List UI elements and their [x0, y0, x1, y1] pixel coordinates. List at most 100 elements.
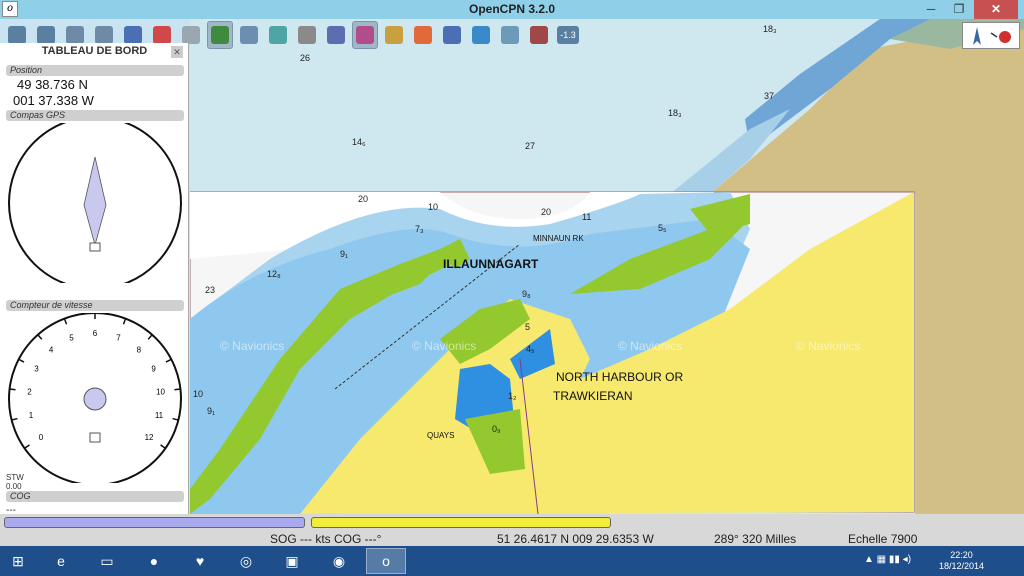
dashboard-title: TABLEAU DE BORD [41, 45, 148, 57]
maximize-button[interactable]: ❐ [946, 0, 972, 19]
speed-tick-label: 6 [93, 329, 98, 338]
chart-scale: Echelle 7900 [848, 532, 918, 546]
navionics-watermark: © Navionics [412, 339, 477, 353]
speed-tick-label: 0 [39, 433, 44, 442]
speed-tick-label: 3 [34, 365, 39, 374]
route-manager-icon [327, 26, 345, 44]
depth-sounding: 11 [582, 212, 592, 222]
track-icon [211, 26, 229, 44]
gps-compass-dial [8, 123, 182, 283]
depth-sounding: 14₆ [352, 137, 366, 147]
depth-sounding: 23 [205, 285, 216, 295]
ais-icon [472, 26, 490, 44]
route-manager-button[interactable] [323, 21, 349, 49]
quilt-icon [501, 26, 519, 44]
bearing-distance: 289° 320 Milles [714, 532, 797, 546]
zoom-out-icon [37, 26, 55, 44]
title-bar: o OpenCPN 3.2.0 ─ ❐ ✕ [0, 0, 1024, 19]
depth-sounding: 18₃ [668, 108, 682, 118]
tide-icon [385, 26, 403, 44]
scale-down-icon [66, 26, 84, 44]
chart-canvas[interactable]: ILLAUNNAGART NORTH HARBOUR OR TRAWKIERAN MI… [190, 19, 1024, 514]
clock-date: 18/12/2014 [938, 561, 984, 571]
system-tray[interactable]: ▲ ▦ ▮▮ ◂) [864, 554, 911, 565]
current-icon [269, 26, 287, 44]
nautical-chart[interactable] [190, 19, 1024, 514]
chart-bar-1[interactable] [4, 517, 305, 528]
status-bar: SOG --- kts COG ---° 51 26.4617 N 009 29… [0, 514, 1024, 546]
depth-sounding: 7₃ [415, 224, 424, 234]
speed-tick-label: 10 [156, 387, 165, 396]
opencpn-icon[interactable]: o [366, 548, 406, 574]
grib-button[interactable] [526, 21, 552, 49]
media-player-icon[interactable]: ● [140, 548, 168, 574]
help-icon [443, 26, 461, 44]
navionics-watermark: © Navionics [220, 339, 285, 353]
place-label: TRAWKIERAN [553, 389, 633, 403]
scale-up-icon [95, 26, 113, 44]
navionics-watermark: © Navionics [618, 339, 683, 353]
track-manager-icon [356, 26, 374, 44]
chart-bar-2[interactable] [311, 517, 611, 528]
depth-sounding: 9₈ [522, 289, 531, 299]
speed-tick-label: 12 [145, 433, 154, 442]
speed-tick-mark [9, 388, 16, 391]
heart-app-icon[interactable]: ♥ [186, 548, 214, 574]
mob-icon [414, 26, 432, 44]
depth-sounding: 4₅ [526, 344, 535, 354]
zoom-level-button[interactable]: -1.3 [555, 21, 581, 49]
speed-tick-label: 1 [29, 411, 34, 420]
clock-time: 22:20 [950, 550, 973, 560]
current-button[interactable] [265, 21, 291, 49]
depth-sounding: 12₈ [267, 269, 281, 279]
depth-sounding: 27 [525, 141, 536, 151]
depth-sounding: 37 [764, 91, 775, 101]
window-title: OpenCPN 3.2.0 [468, 2, 556, 16]
close-button[interactable]: ✕ [974, 0, 1018, 19]
minimize-button[interactable]: ─ [918, 0, 944, 19]
chrome-icon[interactable]: ◉ [325, 548, 353, 574]
print-button[interactable] [294, 21, 320, 49]
sog-cog-readout: SOG --- kts COG ---° [270, 532, 382, 546]
dashboard-close-button[interactable]: ✕ [171, 46, 183, 58]
file-explorer-icon[interactable]: ▭ [93, 548, 121, 574]
speed-tick-label: 8 [137, 346, 142, 355]
depth-sounding: 20 [358, 194, 369, 204]
grib-icon [530, 26, 548, 44]
globe-app-icon[interactable]: ◎ [232, 548, 260, 574]
compass-icon [973, 27, 1011, 45]
speed-tick-label: 9 [151, 365, 156, 374]
print-icon [298, 26, 316, 44]
depth-sounding: 10 [428, 202, 439, 212]
track-button[interactable] [207, 21, 233, 49]
help-button[interactable] [439, 21, 465, 49]
track-manager-button[interactable] [352, 21, 378, 49]
cursor-position: 51 26.4617 N 009 29.6353 W [497, 532, 654, 546]
start-icon[interactable]: ⊞ [4, 548, 32, 574]
speed-tick-label: 2 [27, 387, 32, 396]
speed-tick-label: 4 [49, 346, 54, 355]
clock[interactable]: 22:20 18/12/2014 [939, 550, 984, 572]
text-button[interactable] [236, 21, 262, 49]
north-up-compass-button[interactable] [962, 22, 1020, 49]
depth-sounding: 20 [541, 207, 552, 217]
depth-sounding: 1₂ [508, 391, 517, 401]
depth-sounding: 5 [525, 322, 531, 332]
route-icon [124, 26, 142, 44]
settings-icon [182, 26, 200, 44]
tide-button[interactable] [381, 21, 407, 49]
position-label: Position [6, 65, 184, 76]
mob-button[interactable] [410, 21, 436, 49]
place-label: NORTH HARBOUR OR [556, 370, 684, 384]
stw-label: STW [6, 473, 24, 482]
speed-tick-label: 5 [69, 333, 74, 342]
text-icon [240, 26, 258, 44]
ais-button[interactable] [468, 21, 494, 49]
quilt-button[interactable] [497, 21, 523, 49]
speedometer-dial: 012345 6 789101112 [8, 313, 182, 483]
remote-desktop-icon[interactable]: ▣ [278, 548, 306, 574]
zoom-in-icon [8, 26, 26, 44]
speed-tick-mark [174, 388, 181, 391]
speed-tick-label: 11 [155, 411, 164, 420]
internet-explorer-icon[interactable]: e [47, 548, 75, 574]
